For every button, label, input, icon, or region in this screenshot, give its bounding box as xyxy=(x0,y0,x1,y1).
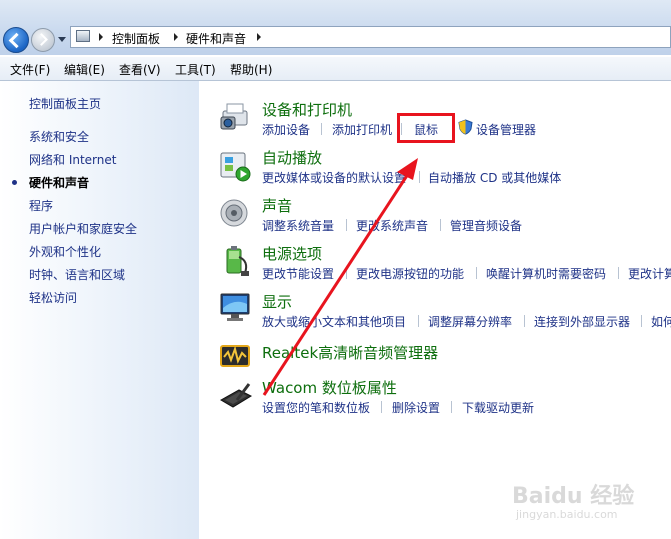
back-button[interactable] xyxy=(3,27,29,53)
autoplay-title[interactable]: 自动播放 xyxy=(262,147,322,168)
control-panel-icon xyxy=(76,30,90,42)
chevron-right-icon[interactable] xyxy=(257,33,261,41)
monitor-icon[interactable] xyxy=(219,292,253,324)
menu-tools[interactable]: 工具(T) xyxy=(175,61,216,78)
add-printer-link[interactable]: 添加打印机 xyxy=(332,121,392,138)
sidebar xyxy=(0,81,199,539)
watermark-brand: Baidu 经验 xyxy=(512,484,635,509)
sidebar-item-clock-region[interactable]: 时钟、语言和区域 xyxy=(29,266,125,283)
add-device-link[interactable]: 添加设备 xyxy=(262,121,310,138)
realtek-audio-icon[interactable] xyxy=(219,343,253,369)
separator xyxy=(451,401,452,413)
devices-printers-title[interactable]: 设备和打印机 xyxy=(262,99,352,120)
sidebar-item-ease-of-access[interactable]: 轻松访问 xyxy=(29,289,77,306)
download-driver-update-link[interactable]: 下载驱动更新 xyxy=(462,399,534,416)
menu-edit[interactable]: 编辑(E) xyxy=(64,61,105,78)
autoplay-cd-link[interactable]: 自动播放 CD 或其他媒体 xyxy=(428,169,561,186)
realtek-title[interactable]: Realtek高清晰音频管理器 xyxy=(262,342,438,363)
menu-bar: 文件(F) 编辑(E) 查看(V) 工具(T) 帮助(H) xyxy=(0,57,671,81)
address-bar: 控制面板 硬件和声音 xyxy=(0,0,671,55)
sound-title[interactable]: 声音 xyxy=(262,195,292,216)
how-to-link[interactable]: 如何 xyxy=(651,313,671,330)
power-options-title[interactable]: 电源选项 xyxy=(262,243,322,264)
menu-file[interactable]: 文件(F) xyxy=(10,61,50,78)
separator xyxy=(346,219,347,231)
battery-power-icon[interactable] xyxy=(219,243,253,277)
manage-audio-devices-link[interactable]: 管理音频设备 xyxy=(450,217,522,234)
forward-button[interactable] xyxy=(31,28,55,52)
separator xyxy=(346,267,347,279)
separator xyxy=(641,315,642,327)
sidebar-item-hardware-sound: 硬件和声音 xyxy=(29,176,90,190)
breadcrumb[interactable]: 控制面板 硬件和声音 xyxy=(70,26,671,48)
sidebar-item-programs[interactable]: 程序 xyxy=(29,197,53,214)
autoplay-icon[interactable] xyxy=(219,150,253,182)
watermark-url: jingyan.baidu.com xyxy=(516,508,618,521)
breadcrumb-hardware-sound[interactable]: 硬件和声音 xyxy=(186,30,246,47)
active-bullet-icon xyxy=(12,180,17,185)
separator xyxy=(321,123,322,135)
sidebar-item-network[interactable]: 网络和 Internet xyxy=(29,151,116,168)
wacom-title[interactable]: Wacom 数位板属性 xyxy=(262,377,397,398)
require-password-wake-link[interactable]: 唤醒计算机时需要密码 xyxy=(486,265,606,282)
menu-help[interactable]: 帮助(H) xyxy=(230,61,272,78)
speaker-icon[interactable] xyxy=(219,197,253,229)
pen-tablet-settings-link[interactable]: 设置您的笔和数位板 xyxy=(262,399,370,416)
adjust-resolution-link[interactable]: 调整屏幕分辨率 xyxy=(428,313,512,330)
chevron-right-icon[interactable] xyxy=(174,33,178,41)
sidebar-item-appearance[interactable]: 外观和个性化 xyxy=(29,243,101,260)
make-text-larger-link[interactable]: 放大或缩小文本和其他项目 xyxy=(262,313,406,330)
breadcrumb-control-panel[interactable]: 控制面板 xyxy=(112,30,160,47)
change-media-defaults-link[interactable]: 更改媒体或设备的默认设置 xyxy=(262,169,406,186)
separator xyxy=(381,401,382,413)
separator xyxy=(476,267,477,279)
separator xyxy=(440,219,441,231)
wacom-tablet-icon[interactable] xyxy=(219,380,253,410)
display-title[interactable]: 显示 xyxy=(262,291,292,312)
separator xyxy=(419,171,420,183)
chevron-right-icon[interactable] xyxy=(99,33,103,41)
change-power-saving-link[interactable]: 更改节能设置 xyxy=(262,265,334,282)
separator xyxy=(524,315,525,327)
delete-settings-link[interactable]: 删除设置 xyxy=(392,399,440,416)
uac-shield-icon xyxy=(458,119,473,135)
power-button-function-link[interactable]: 更改电源按钮的功能 xyxy=(356,265,464,282)
menu-view[interactable]: 查看(V) xyxy=(119,61,161,78)
separator xyxy=(618,267,619,279)
recent-pages-dropdown-icon[interactable] xyxy=(58,37,66,42)
sidebar-item-user-accounts[interactable]: 用户帐户和家庭安全 xyxy=(29,220,137,237)
printer-camera-icon[interactable] xyxy=(219,101,253,133)
sidebar-home[interactable]: 控制面板主页 xyxy=(29,95,101,112)
change-system-sounds-link[interactable]: 更改系统声音 xyxy=(356,217,428,234)
highlight-box xyxy=(397,113,455,143)
change-computer-sleep-link[interactable]: 更改计算 xyxy=(628,265,671,282)
separator xyxy=(418,315,419,327)
connect-external-display-link[interactable]: 连接到外部显示器 xyxy=(534,313,630,330)
device-manager-link[interactable]: 设备管理器 xyxy=(476,121,536,138)
baidu-watermark: Baidu 经验 jingyan.baidu.com xyxy=(512,470,662,530)
sidebar-item-system-security[interactable]: 系统和安全 xyxy=(29,128,89,145)
adjust-volume-link[interactable]: 调整系统音量 xyxy=(262,217,334,234)
